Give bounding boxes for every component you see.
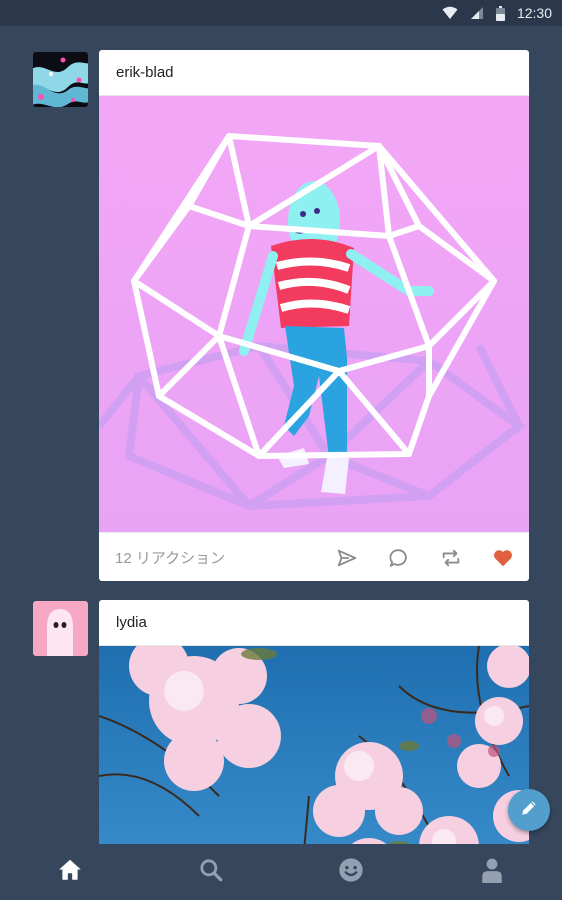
post-image[interactable] <box>99 96 529 532</box>
reblog-icon[interactable] <box>437 544 465 572</box>
post-image[interactable] <box>99 646 529 844</box>
pencil-icon <box>519 798 539 823</box>
signal-icon <box>470 6 484 20</box>
bottom-nav <box>0 844 562 900</box>
nav-account[interactable] <box>422 844 562 900</box>
activity-smiley-icon <box>337 856 365 889</box>
search-icon <box>198 857 224 888</box>
account-icon <box>480 857 504 888</box>
battery-icon <box>495 5 505 21</box>
status-time: 12:30 <box>516 5 552 21</box>
blog-name[interactable]: lydia <box>116 614 147 631</box>
post-footer: 12 リアクション <box>99 532 529 581</box>
heart-icon[interactable] <box>489 544 517 572</box>
reply-icon[interactable] <box>385 544 413 572</box>
notes-count[interactable]: 12 リアクション <box>115 547 225 568</box>
blog-name[interactable]: erik-blad <box>116 64 174 81</box>
post-actions <box>333 544 517 572</box>
avatar-lydia[interactable] <box>33 601 88 656</box>
home-icon <box>57 857 83 888</box>
nav-search[interactable] <box>141 844 282 900</box>
wifi-icon <box>442 6 458 20</box>
nav-home[interactable] <box>0 844 141 900</box>
post-card: lydia <box>99 600 529 844</box>
post-header: lydia <box>99 600 529 646</box>
share-icon[interactable] <box>333 544 361 572</box>
post-header: erik-blad <box>99 50 529 96</box>
post-card: erik-blad 12 リアクション <box>99 50 529 581</box>
status-bar: 12:30 <box>0 0 562 26</box>
avatar-erik-blad[interactable] <box>33 52 88 107</box>
dashboard-feed[interactable]: erik-blad 12 リアクション lydia <box>0 26 562 844</box>
nav-activity[interactable] <box>281 844 422 900</box>
compose-button[interactable] <box>508 789 550 831</box>
